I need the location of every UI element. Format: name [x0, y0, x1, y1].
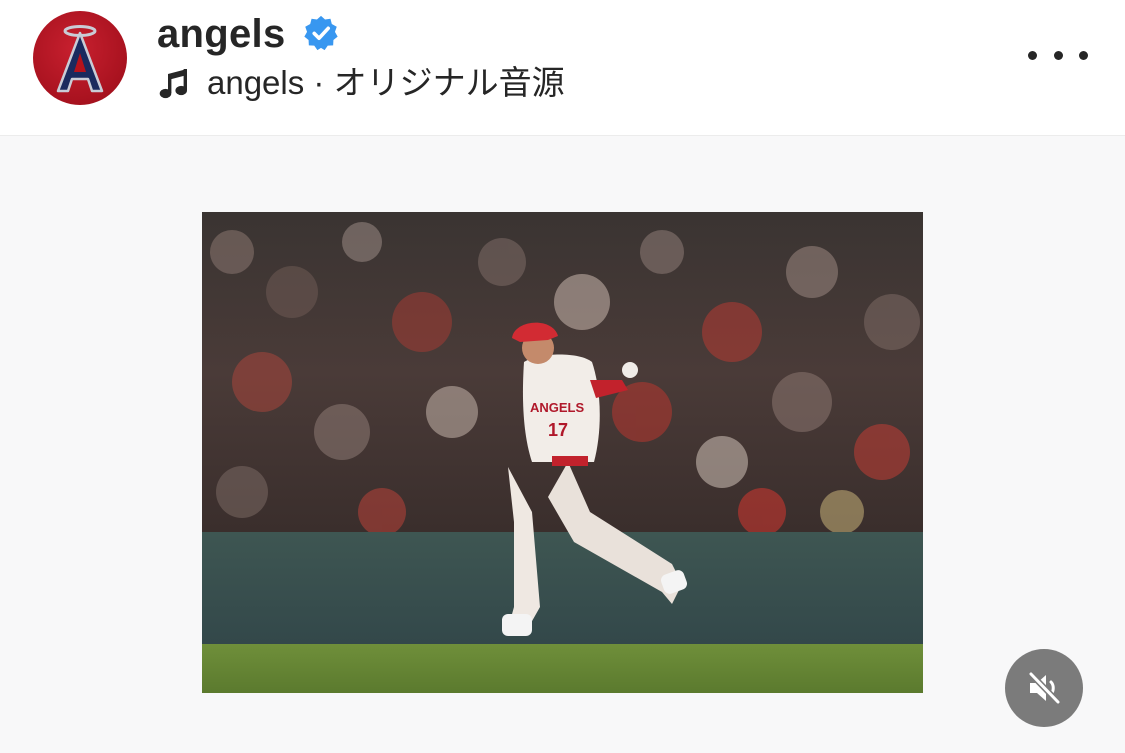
jersey-text: ANGELS	[530, 400, 585, 415]
muted-speaker-icon	[1028, 671, 1061, 705]
avatar[interactable]	[33, 11, 127, 105]
verified-badge-icon	[304, 15, 338, 51]
audio-attribution[interactable]: angels · オリジナル音源	[207, 62, 565, 104]
more-dot	[1053, 50, 1063, 60]
username[interactable]: angels	[157, 10, 286, 58]
audio-title: オリジナル音源	[333, 64, 565, 101]
more-dot	[1028, 50, 1037, 60]
unmute-button[interactable]	[1005, 649, 1083, 727]
post-photo[interactable]: ANGELS 17	[202, 212, 923, 693]
music-note-icon	[159, 69, 187, 99]
more-options-button[interactable]	[1028, 38, 1088, 72]
audio-separator: ·	[304, 64, 334, 101]
post-media[interactable]: ANGELS 17	[0, 136, 1125, 753]
angels-logo-icon	[56, 25, 104, 93]
more-dot	[1079, 50, 1088, 60]
post-header: angels angels · オリジナル音源	[0, 0, 1125, 136]
jersey-number: 17	[548, 420, 568, 440]
audio-artist: angels	[207, 64, 305, 101]
baseball-player-photo: ANGELS 17	[202, 212, 923, 693]
